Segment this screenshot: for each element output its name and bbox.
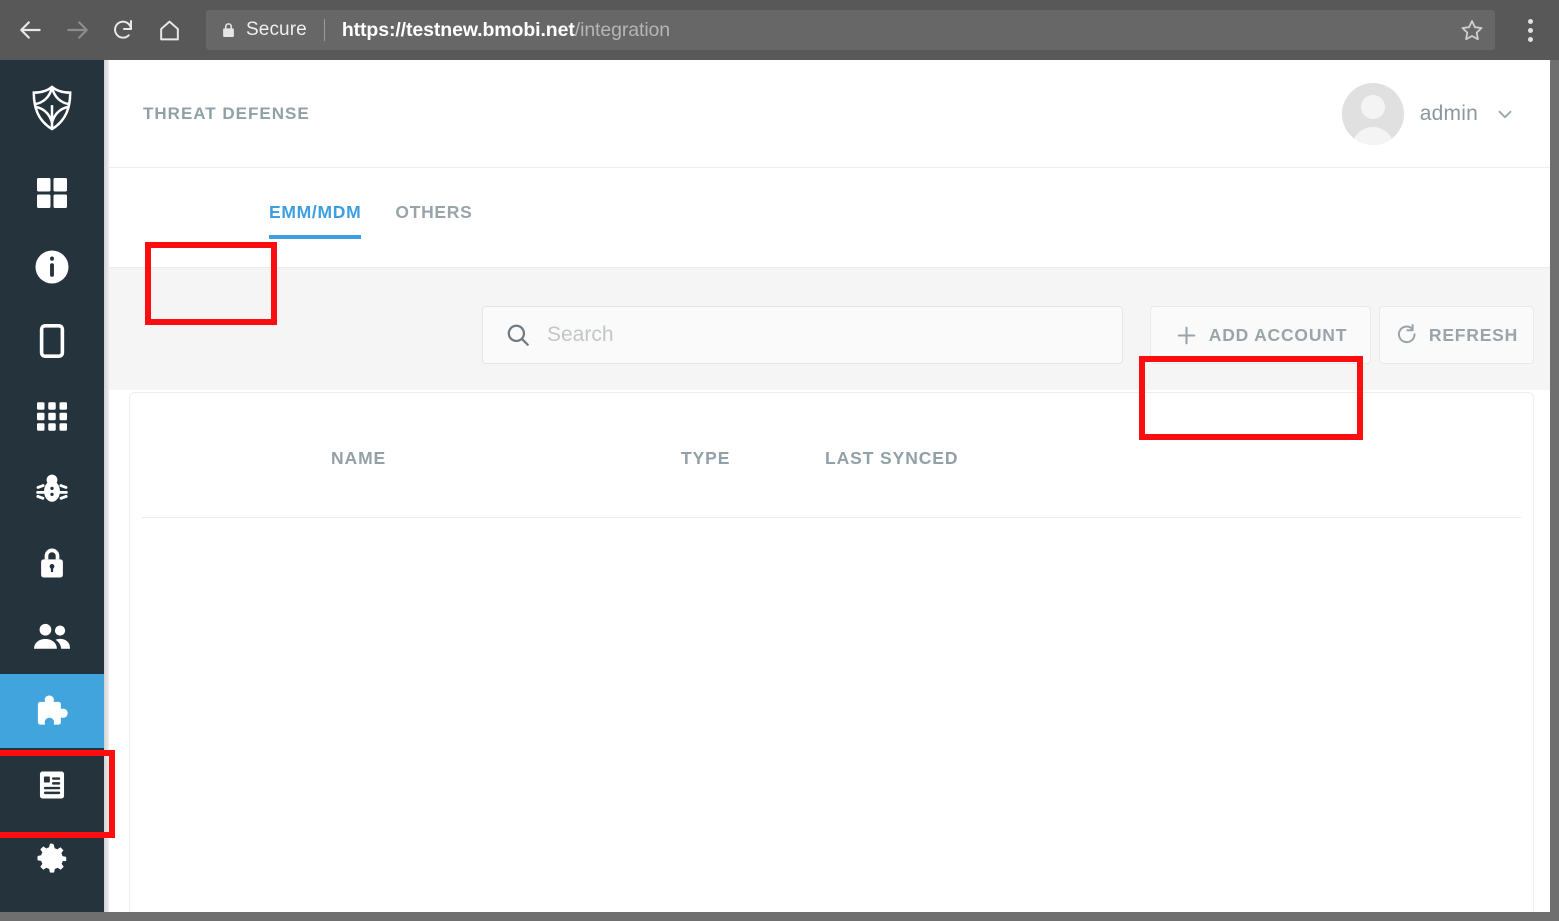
- column-header-name[interactable]: NAME: [331, 448, 386, 469]
- browser-home-button[interactable]: [146, 0, 192, 60]
- window-bottom-border: [0, 912, 1559, 921]
- secure-label: Secure: [246, 19, 307, 40]
- tab-emm-mdm-label: EMM/MDM: [269, 202, 362, 222]
- users-icon: [34, 623, 70, 649]
- url-text: https://testnew.bmobi.net/integration: [342, 19, 670, 42]
- browser-chrome: Secure https://testnew.bmobi.net/integra…: [0, 0, 1559, 60]
- address-bar[interactable]: Secure https://testnew.bmobi.net/integra…: [206, 10, 1495, 50]
- shield-logo-icon: [32, 85, 72, 131]
- user-name: admin: [1419, 101, 1478, 125]
- bug-icon: [36, 474, 68, 502]
- sidebar-item-integration[interactable]: [0, 674, 104, 748]
- arrow-left-icon: [20, 21, 41, 39]
- lock-icon: [220, 21, 237, 40]
- url-path: /integration: [574, 18, 671, 41]
- sidebar-item-dashboard[interactable]: [0, 156, 104, 230]
- sidebar-item-devices[interactable]: [0, 304, 104, 378]
- sidebar-item-policies[interactable]: [0, 526, 104, 600]
- app-logo[interactable]: [0, 60, 104, 156]
- tab-active-underline: [269, 235, 362, 239]
- sidebar-item-threats[interactable]: [0, 452, 104, 526]
- home-icon: [159, 20, 179, 40]
- sidebar-item-info[interactable]: [0, 230, 104, 304]
- dashboard-icon: [37, 178, 67, 208]
- add-account-label: ADD ACCOUNT: [1208, 324, 1348, 345]
- sidebar-item-settings[interactable]: [0, 822, 104, 896]
- accounts-table-body: [130, 518, 1533, 912]
- user-menu[interactable]: admin: [1341, 82, 1516, 145]
- table-header-row: NAME TYPE LAST SYNCED: [142, 393, 1521, 518]
- search-icon: [505, 322, 531, 348]
- toolbar-row: ADD ACCOUNT REFRESH: [109, 268, 1550, 390]
- accounts-table-card: NAME TYPE LAST SYNCED: [129, 392, 1534, 912]
- three-dot-menu-icon: [1527, 18, 1533, 24]
- info-icon: [35, 250, 69, 284]
- search-box[interactable]: [482, 306, 1123, 364]
- tab-emm-mdm[interactable]: EMM/MDM: [269, 168, 362, 268]
- sidebar-item-apps[interactable]: [0, 378, 104, 452]
- device-icon: [39, 323, 65, 359]
- column-header-last-synced[interactable]: LAST SYNCED: [825, 448, 958, 469]
- chevron-down-icon[interactable]: [1494, 103, 1516, 125]
- bookmark-star-icon[interactable]: [1457, 15, 1487, 45]
- url-scheme: https://: [341, 18, 406, 41]
- app-header: THREAT DEFENSE admin: [109, 60, 1550, 168]
- apps-grid-icon: [37, 402, 67, 431]
- sidebar: [0, 60, 104, 921]
- url-separator: [323, 19, 325, 41]
- browser-menu-button[interactable]: [1507, 0, 1553, 60]
- tab-bar: EMM/MDM OTHERS: [109, 168, 1550, 268]
- browser-reload-button[interactable]: [100, 0, 146, 60]
- search-input[interactable]: [547, 323, 1067, 347]
- arrow-right-icon: [67, 21, 88, 39]
- document-icon: [39, 771, 65, 799]
- sidebar-item-reports[interactable]: [0, 748, 104, 822]
- main-content: THREAT DEFENSE admin EMM/MDM OTHERS Sear…: [109, 60, 1550, 912]
- tab-others[interactable]: OTHERS: [395, 168, 472, 268]
- lock-icon: [41, 548, 63, 578]
- plus-icon: [1174, 323, 1199, 348]
- avatar: [1341, 82, 1404, 145]
- column-header-type[interactable]: TYPE: [681, 448, 730, 469]
- browser-back-button[interactable]: [8, 0, 54, 60]
- tab-others-label: OTHERS: [395, 202, 473, 222]
- refresh-icon: [1395, 323, 1419, 347]
- puzzle-piece-icon: [37, 695, 68, 725]
- add-account-button[interactable]: ADD ACCOUNT: [1150, 306, 1371, 364]
- page-title: THREAT DEFENSE: [143, 103, 310, 123]
- sidebar-item-users[interactable]: [0, 600, 104, 674]
- reload-icon: [114, 20, 132, 39]
- browser-forward-button[interactable]: [54, 0, 100, 60]
- refresh-button[interactable]: REFRESH: [1379, 306, 1534, 364]
- app-window: THREAT DEFENSE admin EMM/MDM OTHERS Sear…: [0, 60, 1559, 921]
- url-host: testnew.bmobi.net: [406, 18, 575, 41]
- window-right-border: [1550, 60, 1559, 921]
- refresh-label: REFRESH: [1428, 324, 1519, 345]
- gear-icon: [37, 843, 67, 873]
